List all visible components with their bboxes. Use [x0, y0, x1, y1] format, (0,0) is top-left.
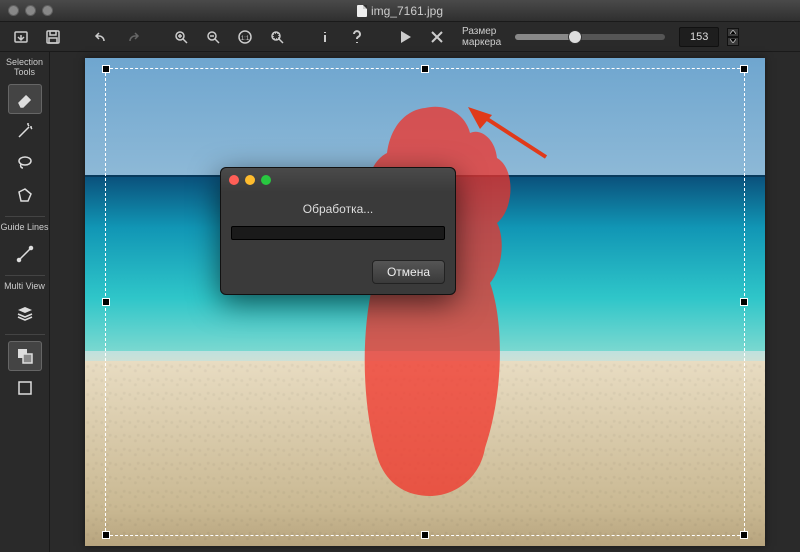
magic-wand-tool[interactable] [8, 116, 42, 146]
info-button[interactable] [312, 26, 338, 48]
crop-handle-ml[interactable] [102, 298, 110, 306]
window-titlebar: img_7161.jpg [0, 0, 800, 22]
cancel-button[interactable]: Отмена [372, 260, 445, 284]
open-button[interactable] [8, 26, 34, 48]
main-toolbar: 1:1 Размер маркера 153 [0, 22, 800, 52]
guide-lines-label: Guide Lines [0, 223, 48, 233]
save-button[interactable] [40, 26, 66, 48]
crop-handle-tm[interactable] [421, 65, 429, 73]
crop-handle-bl[interactable] [102, 531, 110, 539]
progress-bar [231, 226, 445, 240]
crop-handle-br[interactable] [740, 531, 748, 539]
svg-text:1:1: 1:1 [241, 36, 250, 42]
window-title-text: img_7161.jpg [371, 4, 443, 18]
dialog-titlebar [221, 168, 455, 192]
multi-view-label: Multi View [4, 282, 45, 292]
redo-button[interactable] [120, 26, 146, 48]
line-tool[interactable] [8, 239, 42, 269]
marker-size-input[interactable]: 153 [679, 27, 719, 47]
window-title: img_7161.jpg [0, 4, 800, 18]
dialog-title-text: Обработка... [231, 202, 445, 216]
zoom-actual-button[interactable]: 1:1 [232, 26, 258, 48]
zoom-in-button[interactable] [168, 26, 194, 48]
crop-handle-tr[interactable] [740, 65, 748, 73]
crop-marquee[interactable] [105, 68, 745, 536]
undo-button[interactable] [88, 26, 114, 48]
compare-view-tool[interactable] [8, 341, 42, 371]
processing-dialog: Обработка... Отмена [220, 167, 456, 295]
crop-handle-mr[interactable] [740, 298, 748, 306]
single-view-tool[interactable] [8, 373, 42, 403]
stepper-down-icon[interactable] [727, 37, 739, 46]
dialog-zoom-icon[interactable] [261, 175, 271, 185]
zoom-fit-button[interactable] [264, 26, 290, 48]
document-icon [357, 5, 367, 17]
marker-size-stepper[interactable] [727, 28, 739, 46]
tool-sidebar: Selection Tools Guide Lines Multi View [0, 52, 50, 552]
dialog-minimize-icon[interactable] [245, 175, 255, 185]
layers-tool[interactable] [8, 298, 42, 328]
zoom-out-button[interactable] [200, 26, 226, 48]
run-button[interactable] [392, 26, 418, 48]
crop-handle-tl[interactable] [102, 65, 110, 73]
cancel-run-button[interactable] [424, 26, 450, 48]
stepper-up-icon[interactable] [727, 28, 739, 37]
marker-size-label: Размер маркера [462, 26, 501, 48]
marker-size-slider[interactable] [515, 34, 665, 40]
eraser-tool[interactable] [8, 84, 42, 114]
crop-handle-bm[interactable] [421, 531, 429, 539]
dialog-close-icon[interactable] [229, 175, 239, 185]
selection-tools-label: Selection Tools [0, 58, 49, 78]
canvas-area [50, 52, 800, 552]
help-button[interactable] [344, 26, 370, 48]
polygon-tool[interactable] [8, 180, 42, 210]
image-canvas[interactable] [85, 58, 765, 546]
lasso-tool[interactable] [8, 148, 42, 178]
annotation-arrow-icon [466, 107, 556, 167]
